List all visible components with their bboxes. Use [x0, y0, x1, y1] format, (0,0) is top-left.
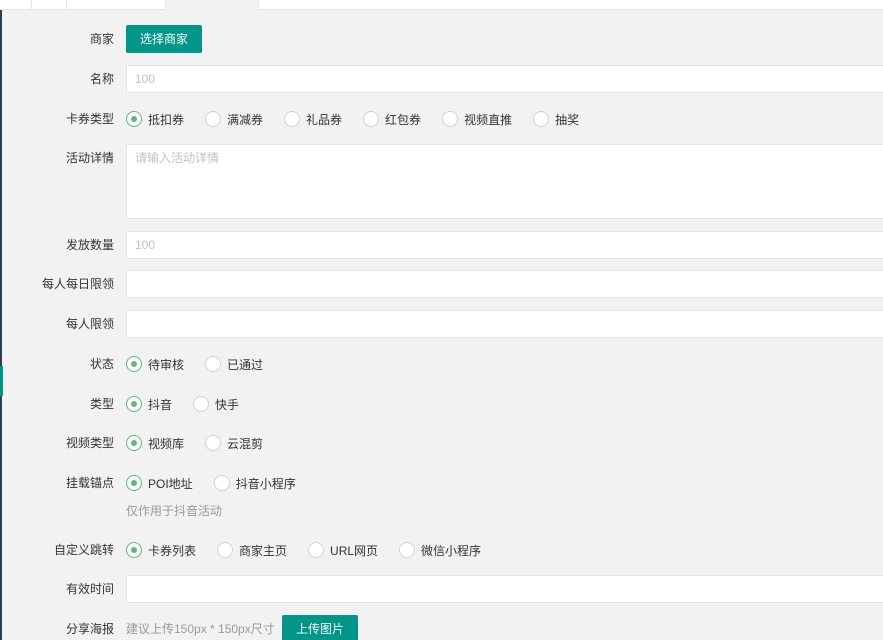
type-radio-group: 抖音 快手	[126, 390, 260, 418]
anchor-hint: 仅作用于抖音活动	[126, 504, 223, 518]
anchor-option-poi[interactable]: POI地址	[126, 475, 193, 492]
sidebar-active-indicator	[0, 366, 3, 396]
upload-image-button[interactable]: 上传图片	[282, 615, 359, 640]
tab-1[interactable]	[0, 0, 32, 10]
radio-checked-icon	[126, 435, 142, 451]
card-type-radio-group: 抵扣券 满减券 礼品券 红包券 视频直推 抽奖	[126, 105, 600, 133]
radio-checked-icon	[126, 396, 142, 412]
name-input[interactable]: 100	[126, 65, 883, 93]
radio-unchecked-icon	[284, 111, 301, 127]
per-person-limit-input[interactable]	[126, 310, 883, 338]
daily-limit-label: 每人每日限领	[41, 277, 114, 291]
custom-jump-option-url[interactable]: URL网页	[308, 542, 378, 559]
anchor-option-miniprogram[interactable]: 抖音小程序	[213, 475, 296, 492]
valid-time-input[interactable]	[126, 575, 883, 603]
tab-active[interactable]	[166, 0, 259, 10]
type-label: 类型	[89, 397, 114, 411]
status-label: 状态	[89, 357, 114, 371]
activity-detail-textarea[interactable]: 请输入活动详情	[126, 144, 883, 219]
tab-bar	[0, 0, 883, 10]
radio-checked-icon	[126, 542, 142, 558]
video-type-option-library[interactable]: 视频库	[126, 435, 184, 452]
status-option-approved[interactable]: 已通过	[205, 356, 263, 373]
select-merchant-button[interactable]: 选择商家	[126, 25, 203, 53]
video-type-radio-group: 视频库 云混剪	[126, 429, 284, 457]
card-type-option-video[interactable]: 视频直推	[442, 111, 512, 128]
tab-2[interactable]	[66, 0, 166, 10]
radio-checked-icon	[126, 356, 142, 372]
card-type-option-redpacket[interactable]: 红包券	[363, 111, 421, 128]
card-type-option-gift[interactable]: 礼品券	[284, 111, 342, 128]
type-option-douyin[interactable]: 抖音	[126, 396, 172, 413]
status-option-pending[interactable]: 待审核	[126, 356, 184, 373]
radio-unchecked-icon	[217, 542, 234, 558]
radio-unchecked-icon	[213, 475, 230, 491]
radio-unchecked-icon	[205, 435, 222, 451]
radio-checked-icon	[126, 111, 142, 127]
radio-unchecked-icon	[533, 111, 550, 127]
radio-unchecked-icon	[308, 542, 325, 558]
anchor-label: 挂载锚点	[65, 476, 114, 490]
radio-checked-icon	[126, 475, 142, 491]
issue-qty-input[interactable]: 100	[126, 231, 883, 259]
card-type-option-deduct[interactable]: 抵扣券	[126, 111, 184, 128]
name-label: 名称	[89, 72, 114, 86]
custom-jump-option-merchant-home[interactable]: 商家主页	[217, 542, 287, 559]
share-poster-label: 分享海报	[65, 622, 114, 636]
per-person-limit-label: 每人限领	[65, 317, 114, 331]
radio-unchecked-icon	[363, 111, 380, 127]
status-radio-group: 待审核 已通过	[126, 350, 284, 378]
daily-limit-input[interactable]	[126, 270, 883, 298]
merchant-label: 商家	[89, 32, 114, 46]
share-poster-hint: 建议上传150px * 150px尺寸	[126, 622, 275, 636]
video-type-option-cloud-mix[interactable]: 云混剪	[205, 435, 263, 452]
radio-unchecked-icon	[399, 542, 416, 558]
type-option-kuaishou[interactable]: 快手	[193, 396, 239, 413]
custom-jump-option-wechat-miniprogram[interactable]: 微信小程序	[399, 542, 481, 559]
activity-detail-label: 活动详情	[65, 151, 114, 165]
card-type-option-lottery[interactable]: 抽奖	[533, 111, 579, 128]
radio-unchecked-icon	[442, 111, 459, 127]
valid-time-label: 有效时间	[65, 582, 114, 596]
anchor-radio-group: POI地址 抖音小程序	[126, 469, 317, 497]
radio-unchecked-icon	[205, 356, 222, 372]
issue-qty-label: 发放数量	[65, 238, 114, 252]
card-type-option-discount[interactable]: 满减券	[205, 111, 263, 128]
card-type-label: 卡券类型	[65, 112, 114, 126]
custom-jump-label: 自定义跳转	[53, 543, 114, 557]
sidebar-edge	[0, 10, 2, 640]
video-type-label: 视频类型	[65, 436, 114, 450]
radio-unchecked-icon	[193, 396, 210, 412]
radio-unchecked-icon	[205, 111, 222, 127]
custom-jump-radio-group: 卡券列表 商家主页 URL网页 微信小程序	[126, 536, 502, 564]
custom-jump-option-card-list[interactable]: 卡券列表	[126, 542, 196, 559]
